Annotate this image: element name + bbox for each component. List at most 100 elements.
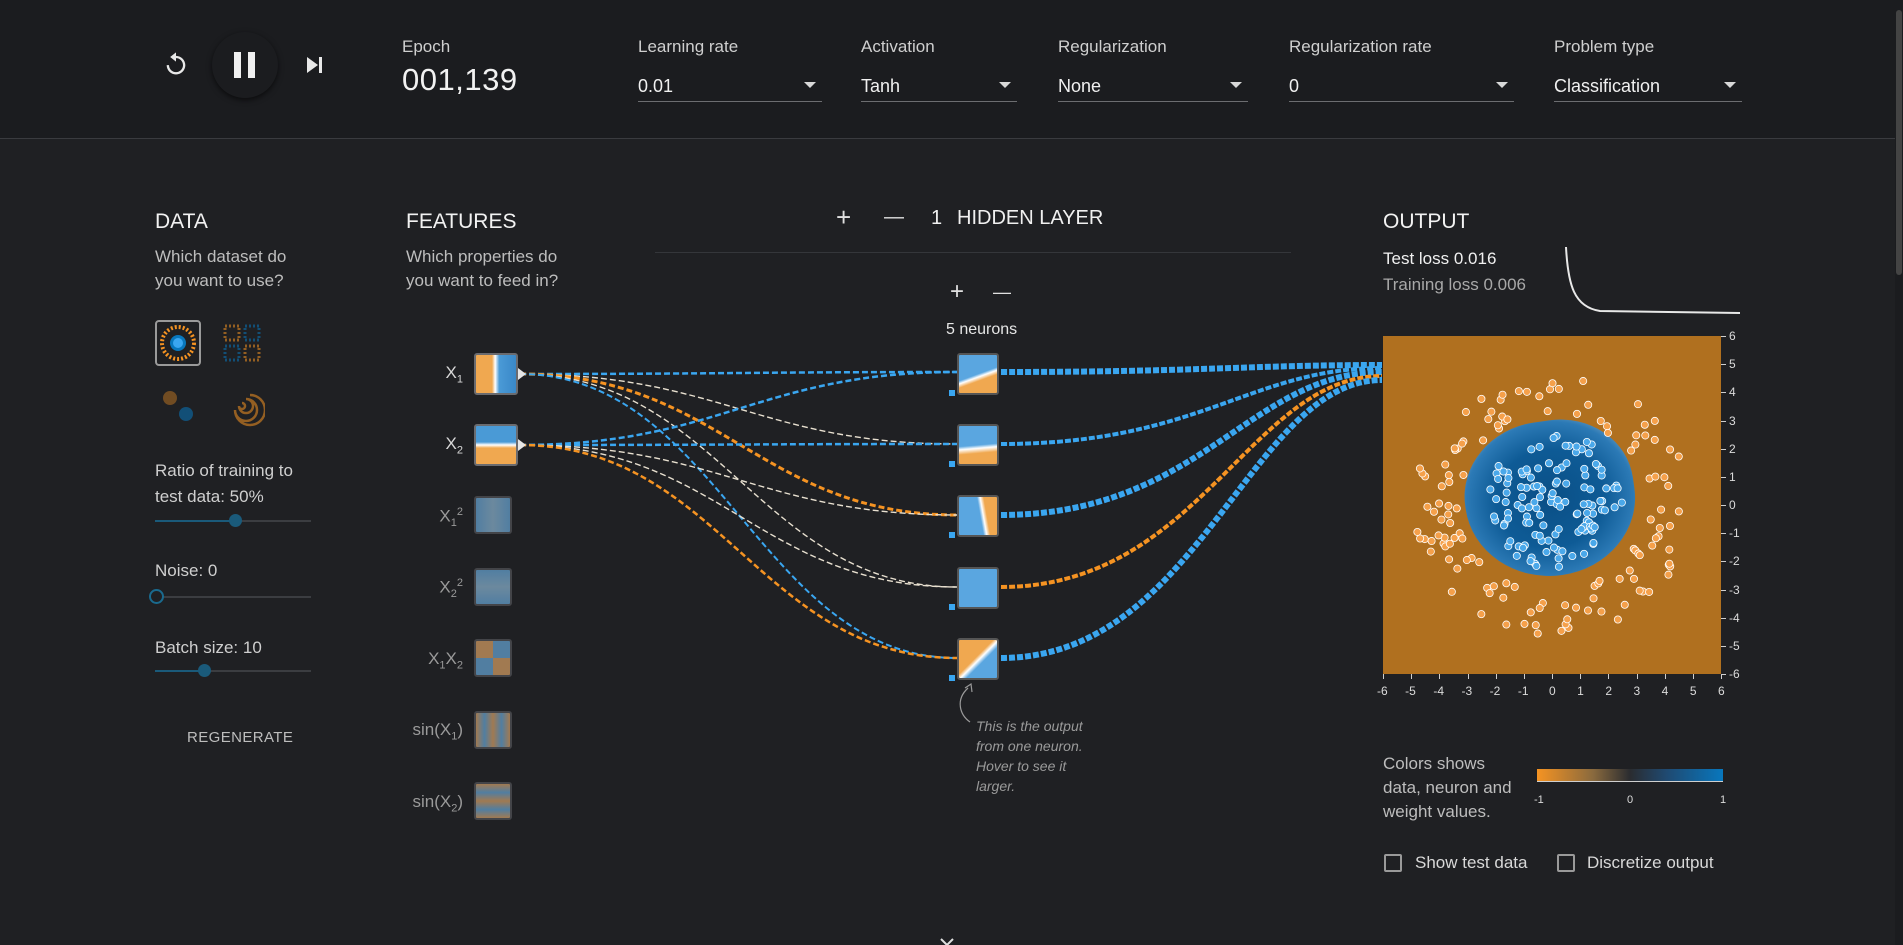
discretize-output-label[interactable]: Discretize output [1587,853,1714,873]
feature-label-sin-x2[interactable]: sin(X2) [383,792,463,814]
blue-data-point [1568,552,1577,561]
activation-select[interactable]: Tanh [861,71,1017,102]
ratio-slider-knob[interactable] [229,514,242,527]
feature-tile-sin-x2[interactable] [474,782,512,820]
epoch-label: Epoch [402,37,451,56]
blue-data-point [1562,459,1571,468]
neuron-bias-4[interactable] [949,604,955,610]
batch-slider[interactable] [155,664,311,677]
feature-tile-x1[interactable] [474,353,518,395]
orange-data-point [1603,428,1612,437]
blue-data-point [1610,503,1619,512]
dataset-gauss[interactable] [155,383,201,429]
feature-tile-x2[interactable] [474,424,518,466]
neuron-bias-1[interactable] [949,390,955,396]
orange-data-point [1665,522,1674,531]
orange-data-point [1535,392,1544,401]
orange-data-point [1603,422,1612,431]
feature-tile-sin-x1[interactable] [474,711,512,749]
feature-tile-x1x2[interactable] [474,639,512,677]
x-tick-mark [1383,674,1384,679]
orange-data-point [1520,619,1529,628]
chevron-down-icon [804,82,816,88]
hidden-neuron-5[interactable] [957,638,999,680]
feature-tile-x2-squared[interactable] [474,568,512,606]
discretize-output-checkbox[interactable] [1557,854,1575,872]
feature-label-x2-squared[interactable]: X22 [383,577,463,600]
chevron-down-icon [1230,82,1242,88]
orange-data-point [1423,502,1432,511]
training-loss: Training loss 0.006 [1383,275,1527,294]
y-tick-label: 3 [1729,413,1736,428]
regularization-rate-select[interactable]: 0 [1289,71,1514,102]
hidden-neuron-1[interactable] [957,353,999,395]
show-test-data-label[interactable]: Show test data [1415,853,1527,873]
scrollbar[interactable] [1895,0,1903,945]
feature-label-x2[interactable]: X2 [383,434,463,456]
neuron-bias-3[interactable] [949,532,955,538]
regularization-select[interactable]: None [1058,71,1248,102]
output-heatmap[interactable] [1383,336,1721,674]
blue-data-point [1581,471,1590,480]
noise-slider-knob[interactable] [149,589,164,604]
orange-data-point [1502,579,1511,588]
feature-label-x1x2[interactable]: X1X2 [383,649,463,671]
problem-type-select[interactable]: Classification [1554,71,1742,102]
orange-data-point [1597,607,1606,616]
feature-label-x1-squared[interactable]: X12 [383,506,463,529]
add-layer-button[interactable]: + [836,202,851,233]
hidden-neuron-3[interactable] [957,495,999,537]
dataset-xor[interactable] [219,320,265,366]
learning-rate-select[interactable]: 0.01 [638,71,822,102]
legend-text-line2: data, neuron and [1383,778,1512,797]
x-tick-label: -1 [1517,684,1529,698]
x-tick-label: -4 [1433,684,1444,698]
reset-button[interactable] [158,46,194,82]
chevron-down-icon [1724,82,1736,88]
blue-data-point [1517,504,1526,513]
spiral-dataset-icon [233,393,267,427]
feature-label-x1[interactable]: X1 [383,363,463,385]
features-subtitle-line2: you want to feed in? [406,271,559,290]
blue-data-point [1526,473,1535,482]
show-test-data-checkbox[interactable] [1384,854,1402,872]
noise-slider[interactable] [149,589,311,604]
remove-neuron-button[interactable]: — [993,282,1011,303]
dataset-circle[interactable] [155,320,201,366]
orange-data-point [1427,537,1436,546]
orange-data-point [1458,439,1467,448]
dataset-spiral[interactable] [219,383,267,429]
blue-data-point [1590,523,1599,532]
blue-data-point [1534,464,1543,473]
scroll-down-chevron-icon[interactable] [938,936,956,945]
blue-data-point [1548,489,1557,498]
remove-layer-button[interactable]: — [884,206,904,229]
x-tick-label: 4 [1661,684,1669,698]
step-button[interactable] [300,50,330,80]
batch-slider-knob[interactable] [198,664,211,677]
orange-data-point [1444,510,1453,519]
blue-data-point [1522,465,1531,474]
orange-data-point [1452,504,1461,513]
neuron-bias-5[interactable] [949,675,955,681]
blue-data-point [1553,466,1562,475]
add-neuron-button[interactable]: + [950,278,964,306]
legend-text-line1: Colors shows [1383,754,1486,773]
hidden-neuron-4[interactable] [957,567,999,609]
neuron-bias-2[interactable] [949,461,955,467]
x-tick-mark [1580,674,1582,679]
neuron-count-label: 5 neurons [946,321,1018,338]
step-forward-icon [307,57,322,73]
scrollbar-thumb[interactable] [1896,10,1902,275]
ratio-slider[interactable] [155,514,311,527]
regenerate-button[interactable]: REGENERATE [187,729,293,746]
play-pause-button[interactable] [212,32,278,98]
orange-data-point [1650,435,1659,444]
x-tick-label: -5 [1405,684,1416,698]
feature-label-sin-x1[interactable]: sin(X1) [383,720,463,742]
orange-data-point [1445,555,1454,564]
hidden-neuron-2[interactable] [957,424,999,466]
feature-tile-x1-squared[interactable] [474,496,512,534]
blue-data-point [1516,483,1525,492]
orange-data-point [1641,431,1650,440]
